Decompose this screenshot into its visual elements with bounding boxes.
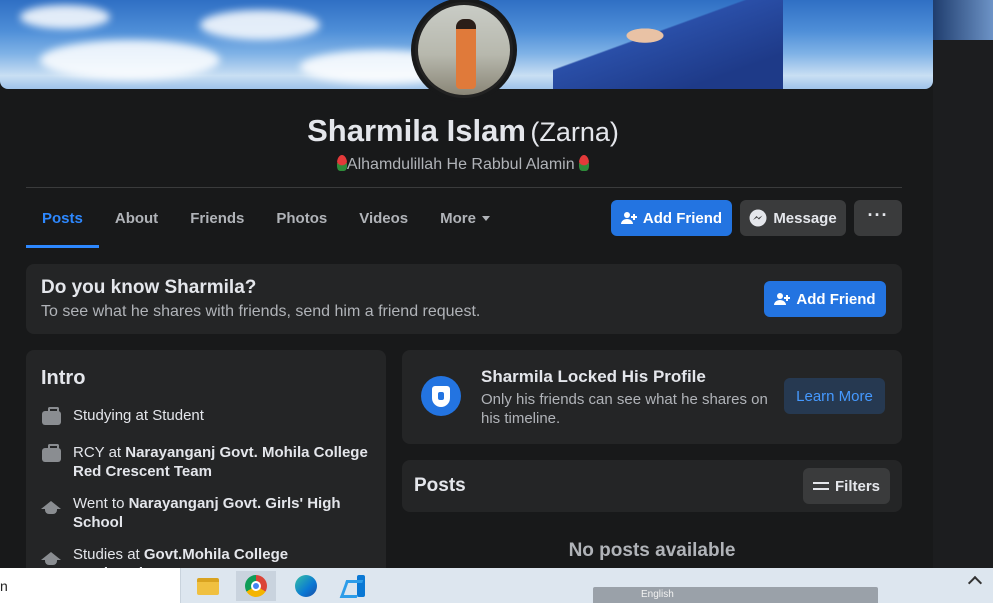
profile-tabs: Posts About Friends Photos Videos More xyxy=(26,188,506,248)
language-bar[interactable]: English xyxy=(593,587,878,603)
locked-subtitle: Only his friends can see what he shares … xyxy=(481,391,768,427)
profile-name: Sharmila Islam xyxy=(307,113,526,148)
message-button[interactable]: Message xyxy=(740,200,846,236)
chrome-icon[interactable] xyxy=(236,571,276,601)
intro-item: Went to Narayanganj Govt. Girls' High Sc… xyxy=(41,494,376,532)
tab-friends[interactable]: Friends xyxy=(174,188,260,248)
know-title: Do you know Sharmila? xyxy=(41,277,257,298)
posts-title: Posts xyxy=(414,475,466,496)
right-edge-cover xyxy=(933,0,993,40)
vscode-icon[interactable] xyxy=(334,571,374,601)
locked-profile-card: Sharmila Locked His Profile Only his fri… xyxy=(402,350,902,444)
know-add-friend-label: Add Friend xyxy=(796,290,876,308)
rose-icon xyxy=(579,155,590,171)
intro-title: Intro xyxy=(41,367,86,389)
add-friend-label: Add Friend xyxy=(642,209,723,227)
tab-about[interactable]: About xyxy=(99,188,174,248)
cover-person-image xyxy=(553,0,783,89)
tab-posts[interactable]: Posts xyxy=(26,188,99,248)
tray-chevron-icon[interactable] xyxy=(967,575,983,591)
profile-bio: Alhamdulillah He Rabbul Alamin xyxy=(0,155,926,174)
bio-text: Alhamdulillah He Rabbul Alamin xyxy=(346,156,575,173)
taskbar-search-input[interactable]: n xyxy=(0,568,181,603)
filters-icon xyxy=(812,480,829,493)
add-person-icon xyxy=(620,212,637,224)
no-posts-message: No posts available xyxy=(568,540,736,561)
file-explorer-icon[interactable] xyxy=(188,571,228,601)
graduation-cap-icon xyxy=(41,552,61,565)
filters-label: Filters xyxy=(834,477,880,495)
filters-button[interactable]: Filters xyxy=(803,468,890,504)
briefcase-icon xyxy=(41,406,61,425)
profile-avatar[interactable] xyxy=(411,0,517,102)
know-subtitle: To see what he shares with friends, send… xyxy=(41,303,481,320)
profile-name-row: Sharmila Islam (Zarna) xyxy=(0,113,926,149)
locked-title: Sharmila Locked His Profile xyxy=(481,367,706,386)
caret-down-icon xyxy=(481,215,490,221)
graduation-cap-icon xyxy=(41,501,61,514)
posts-card: Posts Filters xyxy=(402,460,902,512)
briefcase-icon xyxy=(41,443,61,462)
add-friend-button[interactable]: Add Friend xyxy=(611,200,732,236)
more-options-button[interactable]: ··· xyxy=(854,200,902,236)
edge-icon[interactable] xyxy=(286,571,326,601)
shield-lock-icon xyxy=(421,376,461,416)
intro-card: Intro Studying at Student RCY at Narayan… xyxy=(26,350,386,590)
learn-more-button[interactable]: Learn More xyxy=(784,378,885,414)
tab-videos[interactable]: Videos xyxy=(343,188,424,248)
profile-alt-name: (Zarna) xyxy=(530,117,619,147)
know-add-friend-button[interactable]: Add Friend xyxy=(764,281,886,317)
rose-icon xyxy=(336,155,347,171)
tab-photos[interactable]: Photos xyxy=(260,188,343,248)
intro-item: Studying at Student xyxy=(41,406,376,426)
windows-taskbar: n English xyxy=(0,568,993,603)
intro-item: RCY at Narayanganj Govt. Mohila College … xyxy=(41,443,376,481)
more-dots-icon: ··· xyxy=(867,205,889,225)
right-edge-panel xyxy=(933,0,993,603)
message-label: Message xyxy=(773,209,837,227)
add-person-icon xyxy=(774,293,791,305)
tab-more[interactable]: More xyxy=(424,188,506,248)
know-card: Do you know Sharmila? To see what he sha… xyxy=(26,264,902,334)
messenger-icon xyxy=(749,209,767,227)
